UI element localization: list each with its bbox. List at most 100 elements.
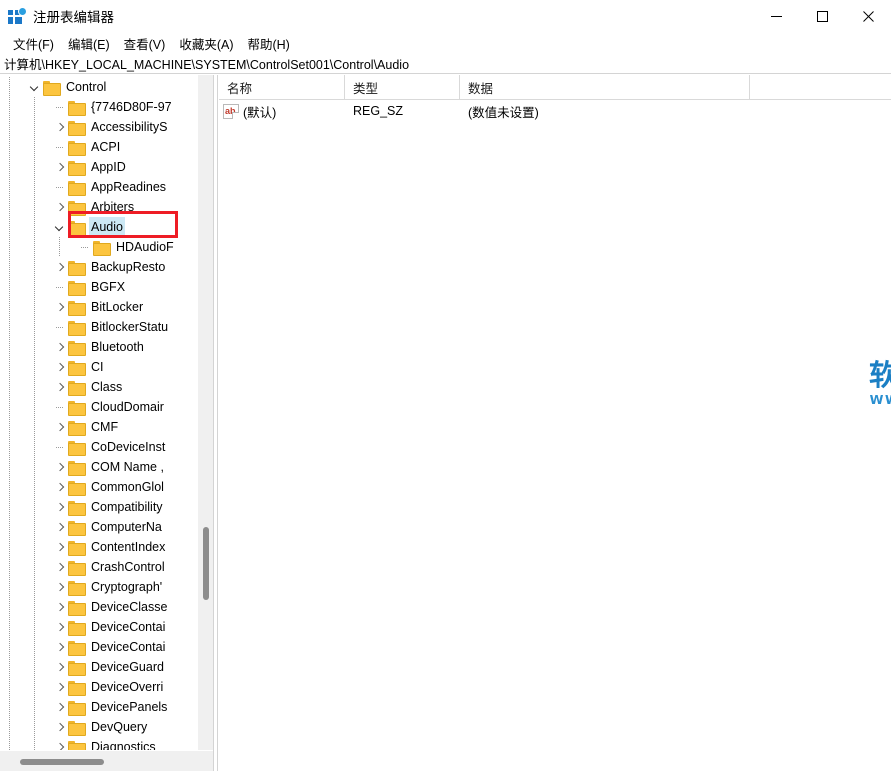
tree-item-appid[interactable]: AppID xyxy=(0,157,213,177)
tree-item-commonglol[interactable]: CommonGlol xyxy=(0,477,213,497)
tree-item-devicecontai[interactable]: DeviceContai xyxy=(0,637,213,657)
chevron-right-icon[interactable] xyxy=(52,377,68,397)
tree-item-accessibilitys[interactable]: AccessibilityS xyxy=(0,117,213,137)
table-row[interactable]: ab (默认) REG_SZ (数值未设置) xyxy=(219,100,891,122)
tree-indent-guide xyxy=(59,237,60,257)
tree-indent-guide xyxy=(9,577,10,597)
maximize-button[interactable] xyxy=(799,0,845,32)
folder-icon xyxy=(68,701,84,714)
panel-splitter[interactable] xyxy=(213,75,218,771)
menu-file[interactable]: 文件(F) xyxy=(6,32,61,55)
chevron-right-icon[interactable] xyxy=(52,337,68,357)
chevron-down-icon[interactable] xyxy=(52,217,68,237)
chevron-right-icon[interactable] xyxy=(52,577,68,597)
tree-indent-guide xyxy=(9,497,10,517)
tree-item-bitlockerstatu[interactable]: BitlockerStatu xyxy=(0,317,213,337)
tree-item-audio[interactable]: Audio xyxy=(0,217,213,237)
tree-item-arbiters[interactable]: Arbiters xyxy=(0,197,213,217)
chevron-right-icon[interactable] xyxy=(52,657,68,677)
tree-indent-guide xyxy=(9,377,10,397)
chevron-right-icon[interactable] xyxy=(52,517,68,537)
minimize-button[interactable] xyxy=(753,0,799,32)
tree-item-devquery[interactable]: DevQuery xyxy=(0,717,213,737)
registry-values-panel: 名称 类型 数据 ab (默认) REG_SZ (数值未设置) 软件自学网 WW… xyxy=(219,75,891,771)
address-bar[interactable]: 计算机\HKEY_LOCAL_MACHINE\SYSTEM\ControlSet… xyxy=(0,54,891,74)
tree-item-label: COM Name , xyxy=(89,457,166,477)
chevron-right-icon[interactable] xyxy=(52,617,68,637)
tree-item-hdaudiof[interactable]: HDAudioF xyxy=(0,237,213,257)
chevron-right-icon[interactable] xyxy=(52,697,68,717)
tree-item-label: Cryptograph' xyxy=(89,577,164,597)
folder-icon xyxy=(68,681,84,694)
tree-item-appreadines[interactable]: AppReadines xyxy=(0,177,213,197)
folder-icon xyxy=(68,181,84,194)
column-header-name[interactable]: 名称 xyxy=(219,75,345,100)
tree-item-label: AppReadines xyxy=(89,177,168,197)
tree-vertical-scroll-thumb[interactable] xyxy=(203,527,209,600)
tree-item-clouddomair[interactable]: CloudDomair xyxy=(0,397,213,417)
tree-item-deviceoverri[interactable]: DeviceOverri xyxy=(0,677,213,697)
tree-item-compatibility[interactable]: Compatibility xyxy=(0,497,213,517)
chevron-right-icon[interactable] xyxy=(52,417,68,437)
column-header-data[interactable]: 数据 xyxy=(460,75,750,100)
tree-item-devicecontai[interactable]: DeviceContai xyxy=(0,617,213,637)
chevron-right-icon[interactable] xyxy=(52,297,68,317)
registry-tree-panel[interactable]: Control{7746D80F-97AccessibilitySACPIApp… xyxy=(0,75,213,750)
tree-item-computerna[interactable]: ComputerNa xyxy=(0,517,213,537)
tree-item-crashcontrol[interactable]: CrashControl xyxy=(0,557,213,577)
column-header-type[interactable]: 类型 xyxy=(345,75,460,100)
chevron-right-icon[interactable] xyxy=(52,677,68,697)
folder-icon xyxy=(68,161,84,174)
chevron-right-icon[interactable] xyxy=(52,597,68,617)
tree-item-class[interactable]: Class xyxy=(0,377,213,397)
folder-icon xyxy=(68,541,84,554)
chevron-right-icon[interactable] xyxy=(52,457,68,477)
tree-item-devicepanels[interactable]: DevicePanels xyxy=(0,697,213,717)
chevron-right-icon[interactable] xyxy=(52,357,68,377)
tree-item-contentindex[interactable]: ContentIndex xyxy=(0,537,213,557)
chevron-right-icon[interactable] xyxy=(52,637,68,657)
tree-item-deviceguard[interactable]: DeviceGuard xyxy=(0,657,213,677)
chevron-right-icon[interactable] xyxy=(52,117,68,137)
chevron-right-icon[interactable] xyxy=(52,197,68,217)
tree-indent-guide xyxy=(9,137,10,157)
folder-icon xyxy=(93,241,109,254)
folder-icon xyxy=(68,361,84,374)
chevron-right-icon[interactable] xyxy=(52,557,68,577)
tree-vertical-scrollbar[interactable] xyxy=(198,75,213,750)
chevron-right-icon[interactable] xyxy=(52,257,68,277)
menu-help[interactable]: 帮助(H) xyxy=(240,32,296,55)
tree-item-backupresto[interactable]: BackupResto xyxy=(0,257,213,277)
folder-icon xyxy=(68,201,84,214)
tree-item-bluetooth[interactable]: Bluetooth xyxy=(0,337,213,357)
value-name-text: (默认) xyxy=(243,102,276,121)
tree-item-cryptograph-[interactable]: Cryptograph' xyxy=(0,577,213,597)
close-button[interactable] xyxy=(845,0,891,32)
chevron-right-icon[interactable] xyxy=(52,537,68,557)
chevron-down-icon[interactable] xyxy=(27,77,43,97)
tree-item-cmf[interactable]: CMF xyxy=(0,417,213,437)
tree-indent-guide xyxy=(34,417,35,437)
tree-item-acpi[interactable]: ACPI xyxy=(0,137,213,157)
tree-item-com-name-[interactable]: COM Name , xyxy=(0,457,213,477)
tree-item-control[interactable]: Control xyxy=(0,77,213,97)
menu-favorites[interactable]: 收藏夹(A) xyxy=(172,32,240,55)
tree-item-diagnostics[interactable]: Diagnostics xyxy=(0,737,213,750)
tree-indent-guide xyxy=(9,337,10,357)
chevron-right-icon[interactable] xyxy=(52,477,68,497)
menu-edit[interactable]: 编辑(E) xyxy=(61,32,117,55)
chevron-right-icon[interactable] xyxy=(52,157,68,177)
chevron-right-icon[interactable] xyxy=(52,497,68,517)
tree-horizontal-scroll-thumb[interactable] xyxy=(20,759,104,765)
tree-item-codeviceinst[interactable]: CoDeviceInst xyxy=(0,437,213,457)
chevron-right-icon[interactable] xyxy=(52,737,68,750)
tree-item-deviceclasse[interactable]: DeviceClasse xyxy=(0,597,213,617)
tree-item-bitlocker[interactable]: BitLocker xyxy=(0,297,213,317)
watermark-url: WWW.RJZXW.COM xyxy=(864,392,891,408)
tree-item-ci[interactable]: CI xyxy=(0,357,213,377)
tree-item--7746d80f-97[interactable]: {7746D80F-97 xyxy=(0,97,213,117)
tree-horizontal-scrollbar[interactable] xyxy=(0,750,213,771)
menu-view[interactable]: 查看(V) xyxy=(117,32,173,55)
tree-item-bgfx[interactable]: BGFX xyxy=(0,277,213,297)
chevron-right-icon[interactable] xyxy=(52,717,68,737)
